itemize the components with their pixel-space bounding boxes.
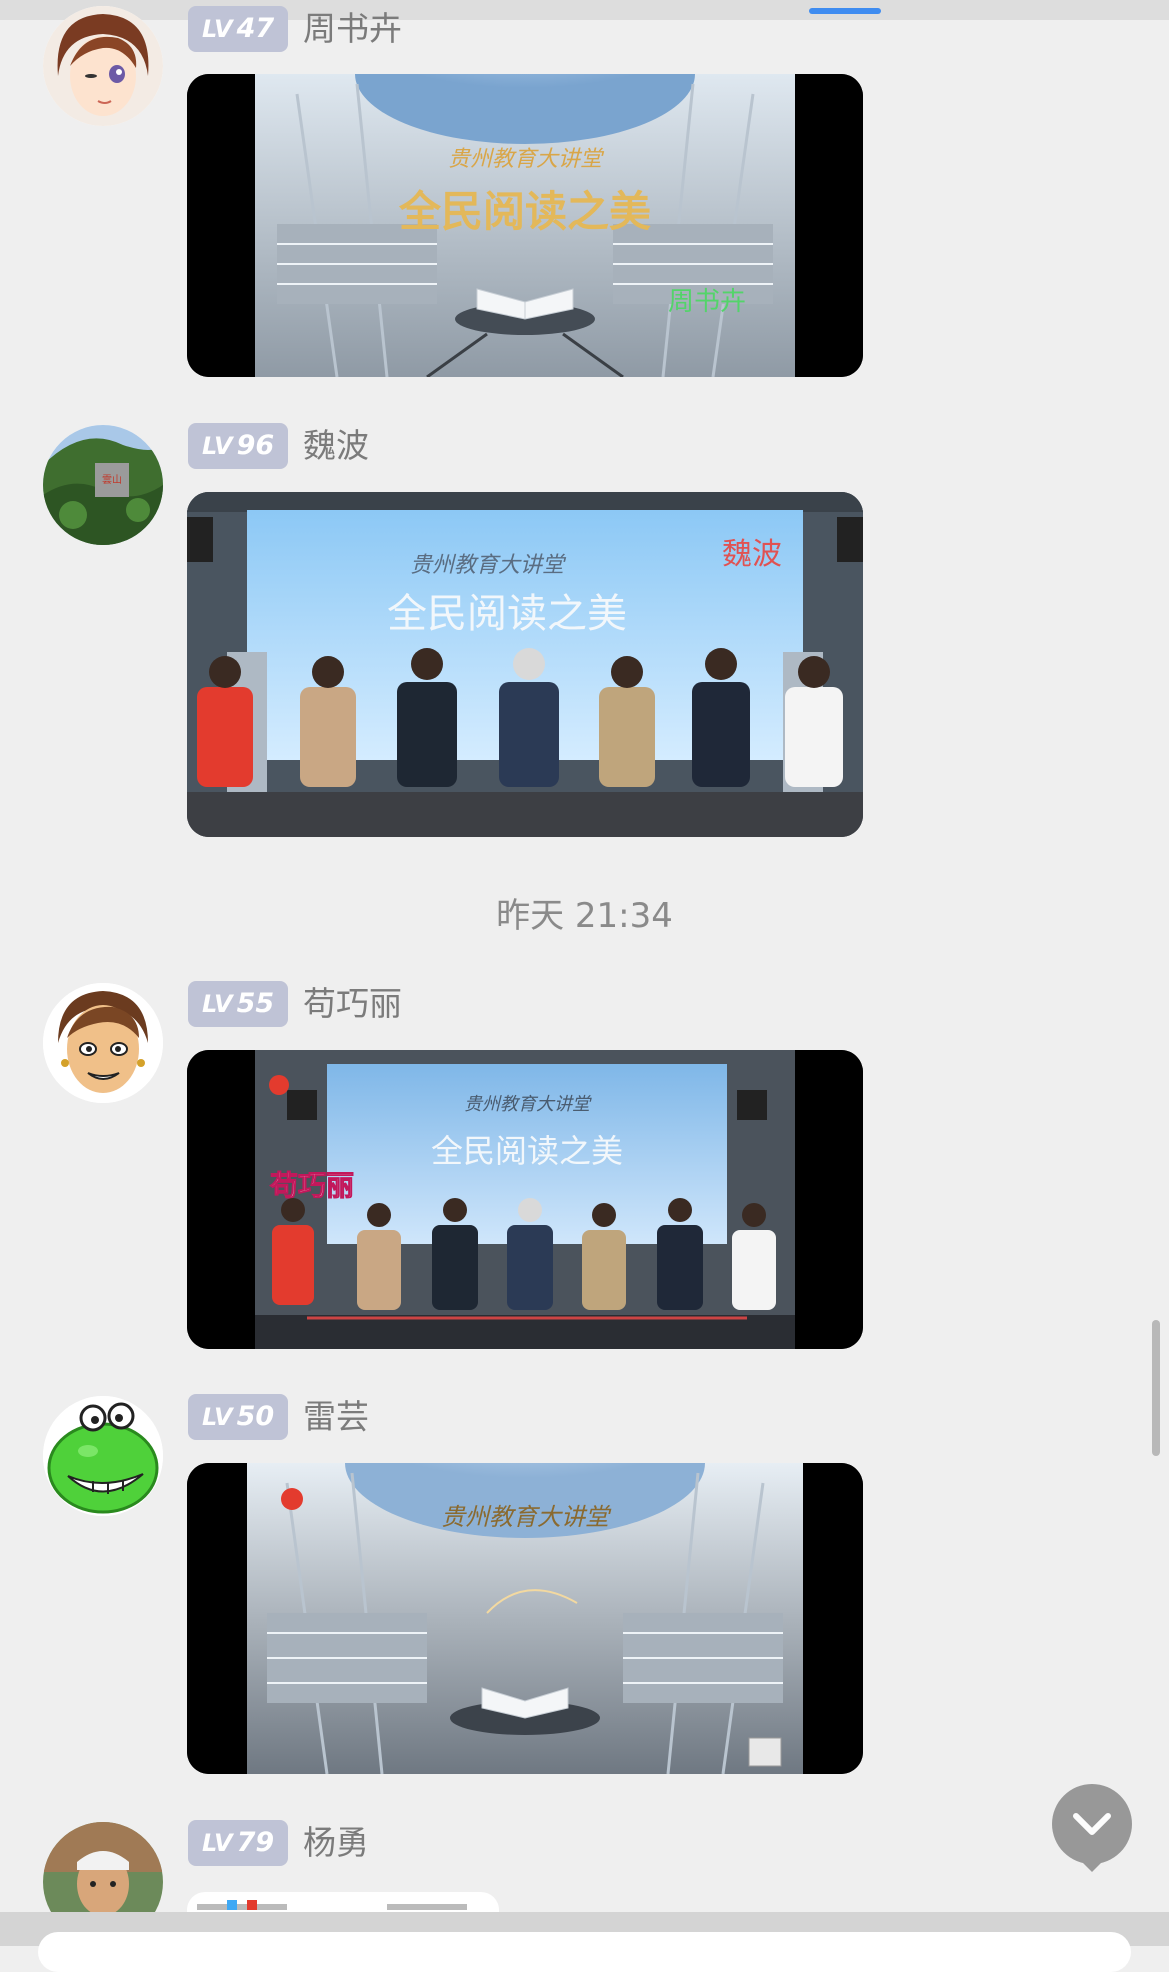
avatar[interactable]: 雲山: [43, 425, 163, 545]
message-input[interactable]: [38, 1932, 1131, 1972]
level-badge: LV 79: [188, 1820, 289, 1866]
video-overlay-small-title: 贵州教育大讲堂: [448, 147, 605, 172]
bottom-input-bar: [0, 1912, 1169, 1972]
video-thumbnail[interactable]: 贵州教育大讲堂 全民阅读之美 苟巧丽: [187, 1050, 863, 1349]
avatar[interactable]: [43, 1396, 163, 1516]
video-overlay-small-title: 贵州教育大讲堂: [464, 1094, 592, 1115]
video-overlay-small-title: 贵州教育大讲堂: [410, 553, 567, 578]
active-tab-indicator: [809, 8, 881, 14]
top-header-strip: [0, 0, 1169, 20]
sender-name[interactable]: 苟巧丽: [303, 981, 402, 1027]
video-thumbnail[interactable]: 贵州教育大讲堂 全民阅读之美 周书卉: [187, 74, 863, 377]
time-separator: 昨天 21:34: [496, 896, 673, 936]
video-name-caption: 苟巧丽: [269, 1169, 354, 1202]
sender-name[interactable]: 雷芸: [303, 1394, 369, 1440]
sender-name[interactable]: 杨勇: [303, 1820, 369, 1866]
scroll-to-bottom-button[interactable]: [1052, 1784, 1132, 1872]
video-overlay-title: 全民阅读之美: [398, 187, 651, 236]
video-name-caption: 魏波: [722, 537, 782, 572]
video-overlay-title: 全民阅读之美: [387, 591, 627, 637]
video-overlay-title: 全民阅读之美: [431, 1132, 623, 1170]
chevron-down-icon: [1073, 1813, 1111, 1835]
level-badge: LV 55: [188, 981, 289, 1027]
sender-name[interactable]: 魏波: [303, 423, 369, 469]
video-thumbnail[interactable]: 贵州教育大讲堂: [187, 1463, 863, 1774]
svg-text:雲山: 雲山: [102, 474, 122, 486]
video-thumbnail[interactable]: 贵州教育大讲堂 全民阅读之美 魏波: [187, 492, 863, 837]
sender-name[interactable]: 周书卉: [303, 6, 402, 52]
video-name-caption: 周书卉: [668, 287, 746, 317]
avatar[interactable]: [43, 983, 163, 1103]
avatar[interactable]: [43, 6, 163, 126]
scrollbar-thumb[interactable]: [1152, 1320, 1160, 1456]
video-overlay-small-title: 贵州教育大讲堂: [441, 1503, 612, 1531]
level-badge: LV 50: [188, 1394, 289, 1440]
level-badge: LV 96: [188, 423, 289, 469]
level-badge: LV 47: [188, 6, 289, 52]
